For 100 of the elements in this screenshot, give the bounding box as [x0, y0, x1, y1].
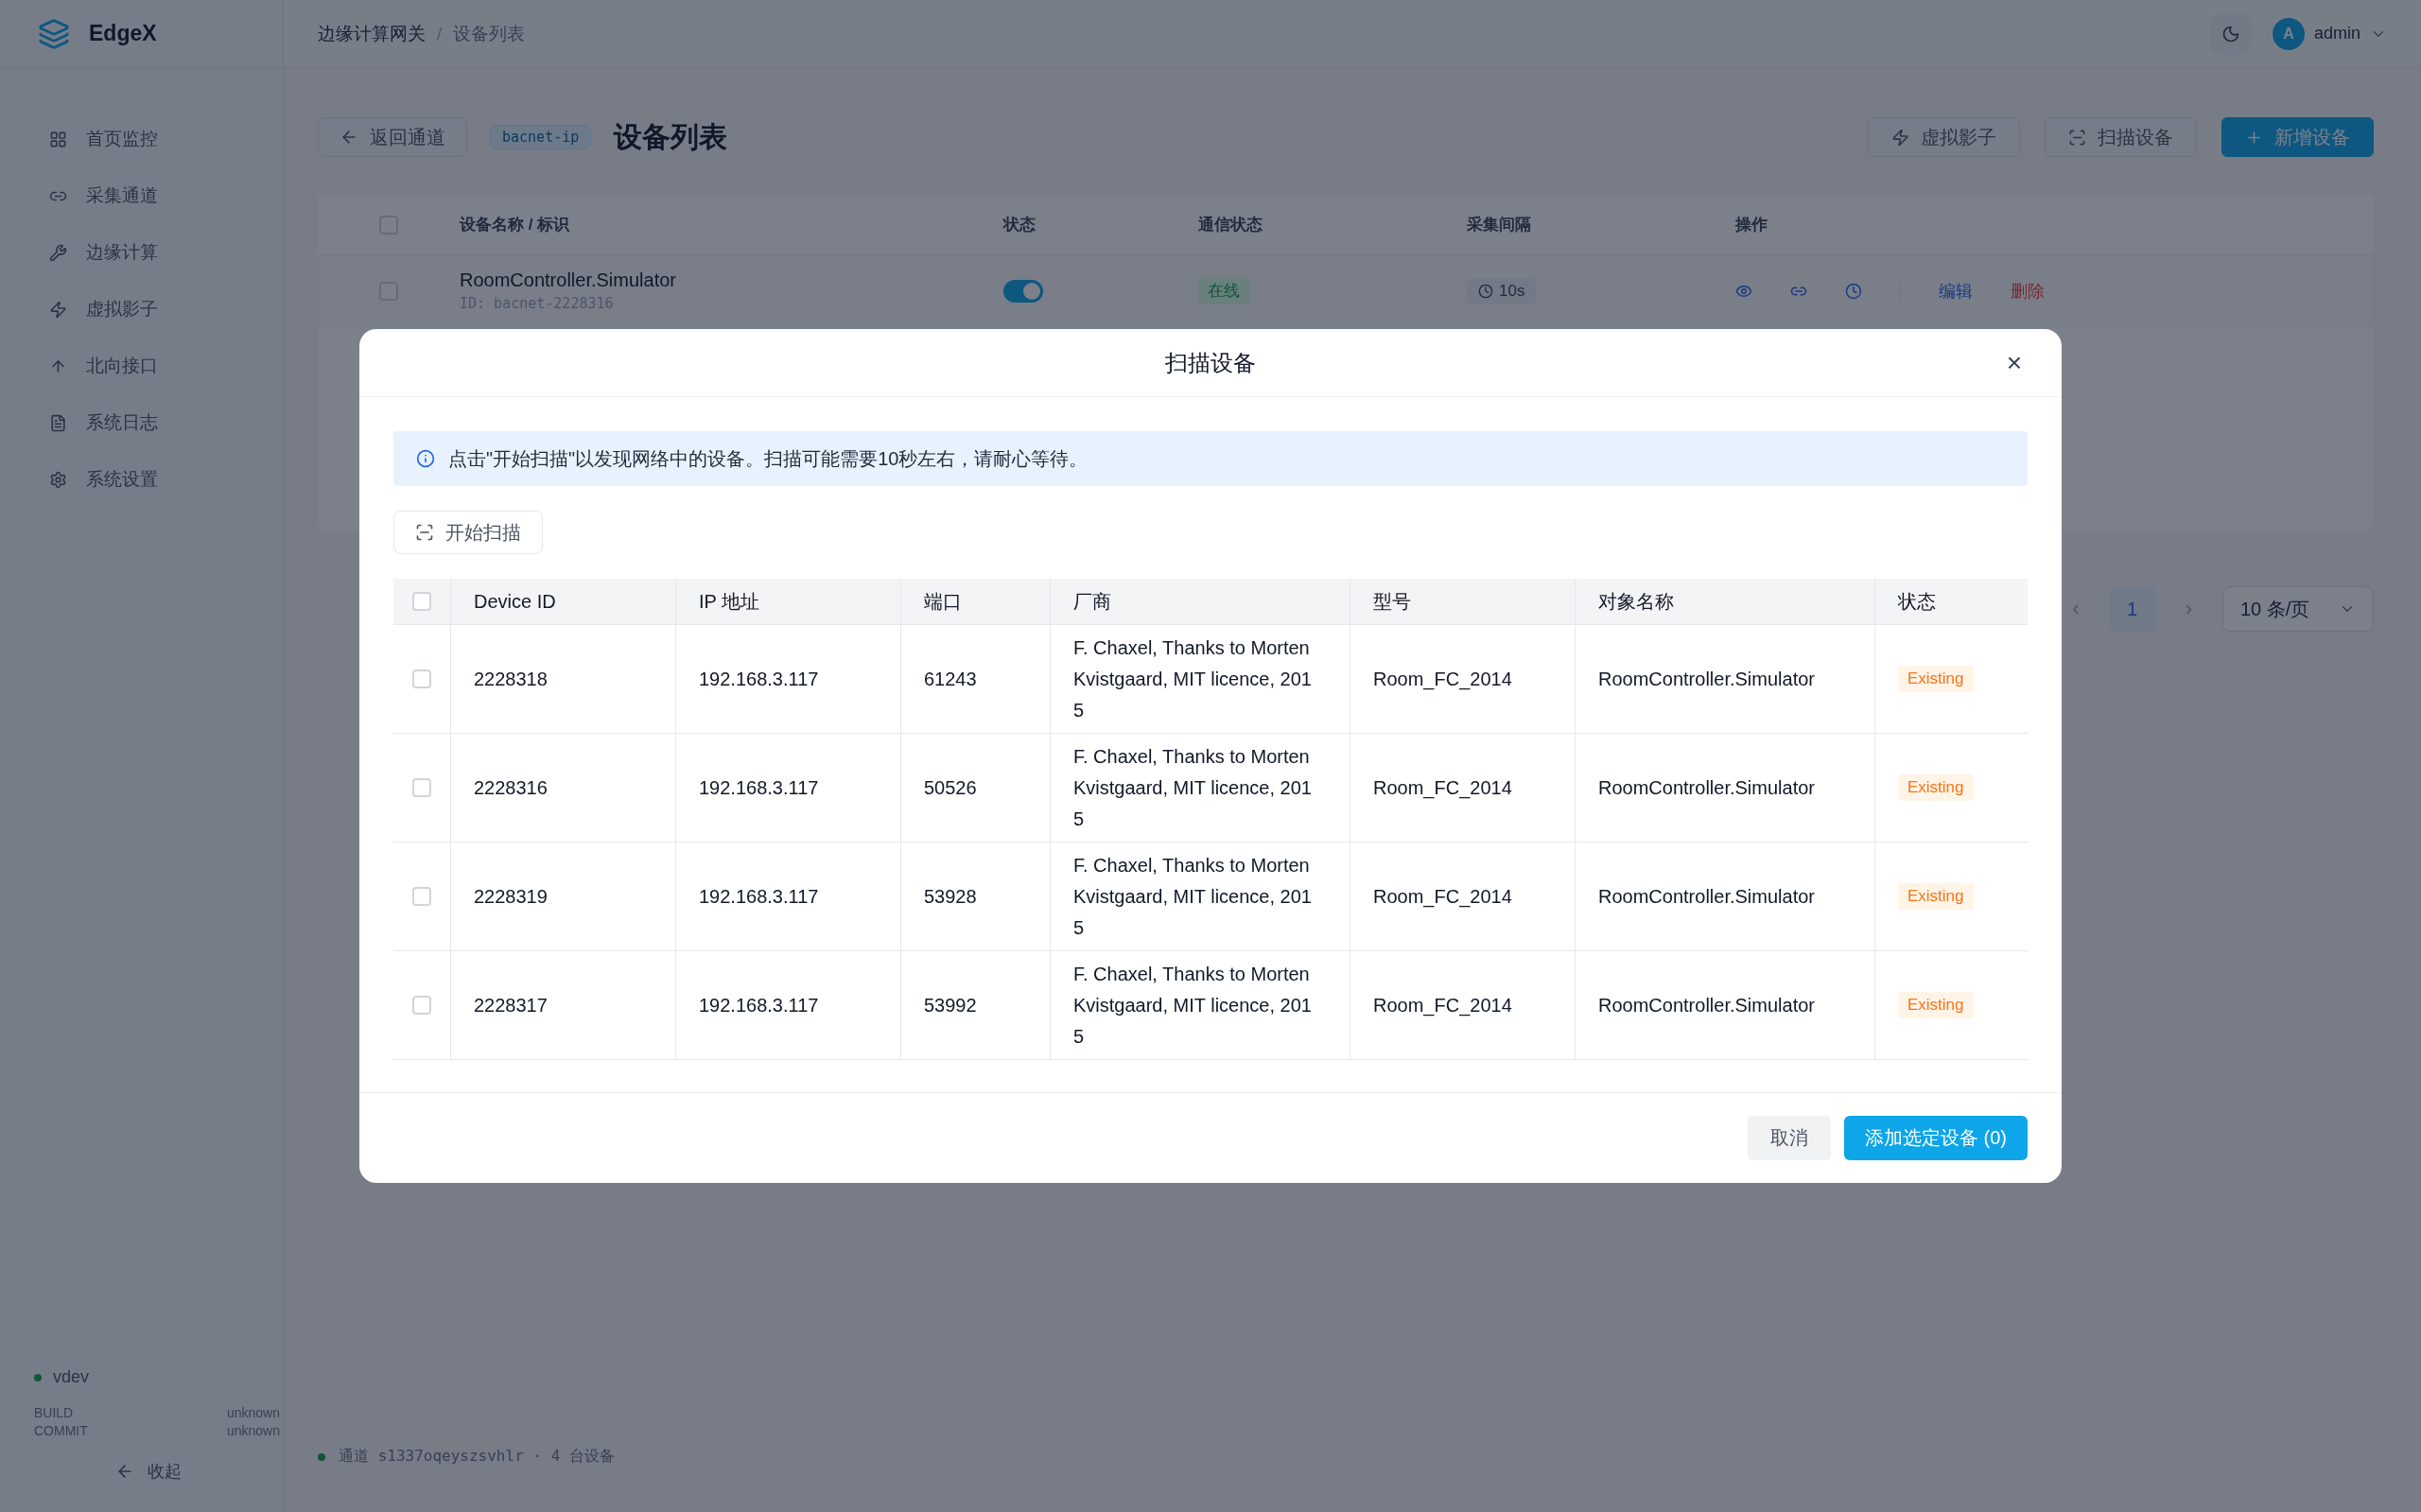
checkbox[interactable] [412, 996, 431, 1015]
status-tag: Existing [1898, 883, 1974, 910]
collapse-button[interactable]: 收起 [110, 1459, 187, 1484]
table-cell-text: F. Chaxel, Thanks to Morten Kvistgaard, MIT licence, 2015 [1073, 962, 1313, 1049]
table-cell: 50526 [924, 776, 977, 799]
scan-icon [415, 523, 434, 542]
page-button[interactable]: 1 [2109, 586, 2155, 632]
build-value: unknown [225, 1404, 280, 1422]
page-title: 设备列表 [614, 119, 728, 154]
sidebar-item[interactable]: 虚拟影子 [49, 287, 283, 331]
column-header: 状态 [1003, 215, 1036, 235]
column-header: 采集间隔 [1467, 215, 1532, 235]
column-header: IP 地址 [699, 589, 760, 614]
table-cell: 192.168.3.117 [699, 668, 819, 690]
table-cell: 192.168.3.117 [699, 885, 819, 908]
status-tag: Existing [1898, 992, 1974, 1018]
sidebar-item[interactable]: 北向接口 [49, 344, 283, 388]
add-selected-button[interactable]: 添加选定设备 (0) [1844, 1116, 2028, 1160]
column-header: 状态 [1898, 589, 1936, 614]
clock-icon [1478, 283, 1493, 299]
delete-link[interactable]: 删除 [2011, 279, 2045, 303]
table-cell: Room_FC_2014 [1373, 885, 1512, 908]
column-header: Device ID [474, 590, 556, 613]
table-cell: RoomController.Simulator [1598, 668, 1815, 690]
column-header: 通信状态 [1198, 215, 1263, 235]
info-icon [416, 449, 435, 468]
toolbar-button[interactable]: 扫描设备 [2045, 117, 2197, 157]
table-cell: RoomController.Simulator [1598, 885, 1815, 908]
lightning-icon [1891, 128, 1909, 147]
back-button[interactable]: 返回通道 [318, 117, 467, 157]
breadcrumb-item: 设备列表 [453, 22, 526, 45]
table-cell: 61243 [924, 668, 977, 690]
version-label: vdev [53, 1367, 90, 1387]
commit-label: COMMIT [34, 1422, 89, 1440]
column-header: 端口 [924, 589, 962, 614]
dialog-title: 扫描设备 [1165, 348, 1256, 377]
sidebar-item[interactable]: 系统设置 [49, 458, 283, 501]
table-cell: 2228319 [474, 885, 548, 908]
table-cell: Room_FC_2014 [1373, 994, 1512, 1017]
table-cell: 53928 [924, 885, 977, 908]
table-cell: RoomController.Simulator [1598, 994, 1815, 1017]
status-dot-icon [318, 1452, 325, 1461]
device-name: RoomController.Simulator [460, 269, 677, 291]
status-tag: Existing [1898, 666, 1974, 692]
table-cell: Room_FC_2014 [1373, 668, 1512, 690]
previous-page-button[interactable]: ‹ [2066, 596, 2085, 622]
sidebar-item[interactable]: 首页监控 [49, 117, 283, 161]
table-cell: 192.168.3.117 [699, 776, 819, 799]
status-tag: Existing [1898, 774, 1974, 801]
table-cell: 53992 [924, 994, 977, 1017]
table-cell-text: F. Chaxel, Thanks to Morten Kvistgaard, MIT licence, 2015 [1073, 635, 1313, 722]
table-cell: Room_FC_2014 [1373, 776, 1512, 799]
table-cell: 2228318 [474, 668, 548, 690]
breadcrumb-separator: / [437, 23, 443, 44]
table-cell-text: F. Chaxel, Thanks to Morten Kvistgaard, MIT licence, 2015 [1073, 853, 1313, 940]
table-cell: 2228316 [474, 776, 548, 799]
online-tag: 在线 [1198, 277, 1249, 304]
sidebar-item[interactable]: 边缘计算 [49, 231, 283, 274]
scan-icon [2068, 128, 2086, 147]
table-cell: 192.168.3.117 [699, 994, 819, 1017]
wrench-icon [49, 243, 67, 262]
interval-tag: 10s [1467, 277, 1537, 304]
status-dot-icon [34, 1373, 42, 1382]
checkbox[interactable] [412, 778, 431, 797]
user-name[interactable]: admin [2313, 24, 2360, 43]
table-cell: 2228317 [474, 994, 548, 1017]
toolbar-button[interactable]: 新增设备 [2221, 117, 2374, 157]
lightning-icon [49, 300, 67, 319]
checkbox[interactable] [412, 592, 431, 611]
sidebar-item[interactable]: 采集通道 [49, 174, 283, 217]
column-header: 厂商 [1073, 589, 1111, 614]
sidebar-item[interactable]: 系统日志 [49, 401, 283, 444]
protocol-tag: bacnet-ip [490, 125, 592, 149]
build-label: BUILD [34, 1404, 75, 1422]
grid-icon [49, 130, 67, 148]
checkbox[interactable] [412, 669, 431, 688]
table-cell-text: F. Chaxel, Thanks to Morten Kvistgaard, MIT licence, 2015 [1073, 744, 1313, 831]
column-header: 对象名称 [1598, 589, 1674, 614]
page-size-select[interactable]: 10 条/页 [2222, 586, 2374, 632]
document-icon [49, 413, 67, 432]
clock-icon[interactable] [1845, 282, 1862, 300]
edit-link[interactable]: 编辑 [1939, 279, 1973, 303]
cancel-button[interactable]: 取消 [1748, 1116, 1831, 1160]
theme-toggle-button[interactable] [2209, 12, 2252, 55]
settings-icon [49, 470, 67, 489]
user-avatar[interactable]: A [2272, 17, 2305, 50]
column-header: 设备名称 / 标识 [460, 215, 571, 235]
start-scan-button[interactable]: 开始扫描 [393, 511, 543, 554]
checkbox[interactable] [412, 887, 431, 906]
column-header: 型号 [1373, 589, 1411, 614]
brand-name: EdgeX [89, 21, 157, 46]
status-text: 通道 s1337oqeyszsvhlr · 4 台设备 [339, 1447, 615, 1467]
breadcrumb-item[interactable]: 边缘计算网关 [318, 21, 426, 46]
next-page-button[interactable]: › [2179, 596, 2198, 622]
close-button[interactable]: × [2000, 348, 2028, 378]
toggle-switch[interactable] [1003, 279, 1043, 303]
toolbar-button[interactable]: 虚拟影子 [1868, 117, 2020, 157]
layers-logo-icon [38, 17, 70, 50]
column-header: 操作 [1735, 215, 1768, 235]
info-text: 点击"开始扫描"以发现网络中的设备。扫描可能需要10秒左右，请耐心等待。 [448, 446, 1089, 471]
